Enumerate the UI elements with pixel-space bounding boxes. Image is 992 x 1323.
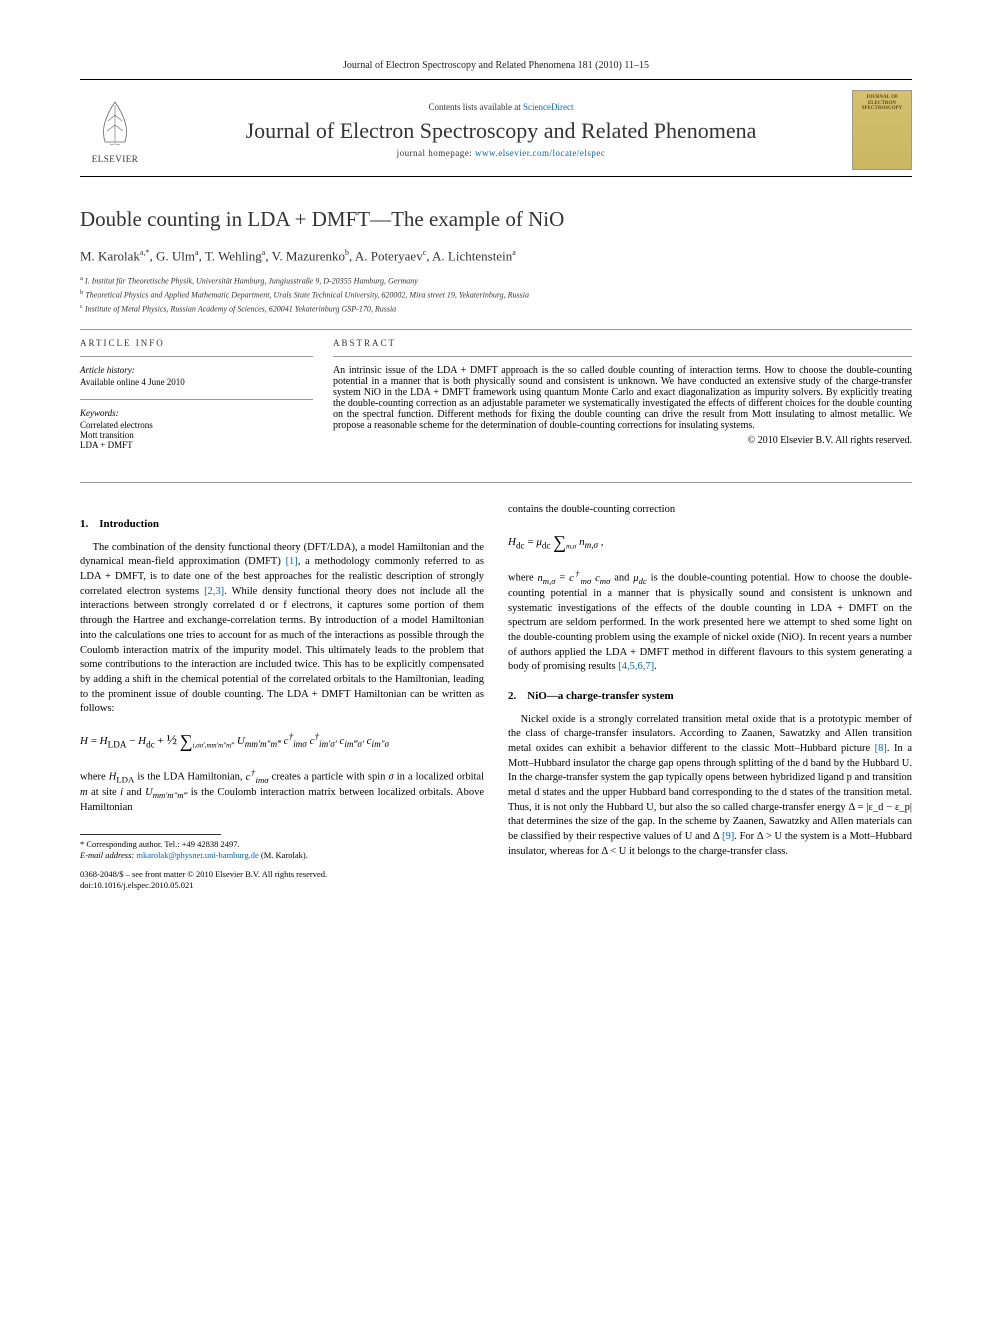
abstract-copyright: © 2010 Elsevier B.V. All rights reserved… — [333, 435, 912, 446]
equation-hdc: Hdc = μdc ∑m,σ nm,σ , — [508, 530, 912, 555]
corresponding-author-footnote: * Corresponding author. Tel.: +49 42838 … — [80, 839, 484, 861]
doi-line: doi:10.1016/j.elspec.2010.05.021 — [80, 880, 484, 891]
corr-email-line: E-mail address: mkarolak@physnet.uni-ham… — [80, 850, 484, 861]
publisher-logo: ELSEVIER — [80, 97, 150, 164]
article-info-column: article info Article history: Available … — [80, 338, 313, 462]
affiliation-b: b Theoretical Physics and Applied Mathem… — [80, 288, 912, 302]
article-title: Double counting in LDA + DMFT—The exampl… — [80, 207, 912, 232]
intro-paragraph-1: The combination of the density functiona… — [80, 541, 484, 717]
article-info-label: article info — [80, 338, 313, 348]
email-link[interactable]: mkarolak@physnet.uni-hamburg.de — [136, 850, 258, 860]
body-two-column: 1. Introduction The combination of the d… — [80, 503, 912, 891]
corr-author-line: * Corresponding author. Tel.: +49 42838 … — [80, 839, 484, 850]
footnote-rule — [80, 834, 221, 835]
affiliation-a: a I. Institut für Theoretische Physik, U… — [80, 274, 912, 288]
citation-link[interactable]: [1] — [286, 556, 298, 567]
section-2-heading: 2. NiO—a charge-transfer system — [508, 689, 912, 704]
col2-lead: contains the double-counting correction — [508, 503, 912, 518]
journal-masthead: ELSEVIER Contents lists available at Sci… — [80, 84, 912, 177]
citation-link[interactable]: [2,3] — [204, 586, 224, 597]
elsevier-tree-icon — [90, 97, 140, 152]
keywords-block: Keywords: Correlated electrons Mott tran… — [80, 408, 313, 450]
author-list: M. Karolaka,*, G. Ulma, T. Wehlinga, V. … — [80, 248, 912, 264]
affiliation-c: c Institute of Metal Physics, Russian Ac… — [80, 302, 912, 316]
rule-above-abstract — [80, 329, 912, 330]
affiliations-block: a I. Institut für Theoretische Physik, U… — [80, 274, 912, 315]
contents-available-line: Contents lists available at ScienceDirec… — [160, 102, 842, 112]
abstract-label: abstract — [333, 338, 912, 348]
intro-paragraph-2: where HLDA is the LDA Hamiltonian, c†imσ… — [80, 766, 484, 816]
citation-link[interactable]: [8] — [875, 743, 887, 754]
article-history-block: Article history: Available online 4 June… — [80, 365, 313, 387]
keyword: Correlated electrons — [80, 420, 313, 430]
journal-center-block: Contents lists available at ScienceDirec… — [150, 102, 852, 158]
rule-below-abstract — [80, 482, 912, 483]
running-header: Journal of Electron Spectroscopy and Rel… — [80, 60, 912, 71]
info-abstract-row: article info Article history: Available … — [80, 338, 912, 462]
right-column: contains the double-counting correction … — [508, 503, 912, 891]
publisher-name: ELSEVIER — [92, 154, 139, 164]
journal-homepage-link[interactable]: www.elsevier.com/locate/elspec — [475, 148, 605, 158]
rule-top — [80, 79, 912, 80]
history-heading: Article history: — [80, 365, 313, 375]
sciencedirect-link[interactable]: ScienceDirect — [523, 102, 573, 112]
equation-hamiltonian: H = HLDA − Hdc + ½ ∑i,σσ′,mm′m″m‴ Umm′m″… — [80, 729, 484, 754]
contents-prefix: Contents lists available at — [429, 102, 523, 112]
keyword: LDA + DMFT — [80, 440, 313, 450]
keyword: Mott transition — [80, 430, 313, 440]
left-column: 1. Introduction The combination of the d… — [80, 503, 484, 891]
journal-title: Journal of Electron Spectroscopy and Rel… — [160, 118, 842, 144]
history-text: Available online 4 June 2010 — [80, 377, 313, 387]
front-matter-line: 0368-2048/$ – see front matter © 2010 El… — [80, 869, 484, 880]
journal-homepage-line: journal homepage: www.elsevier.com/locat… — [160, 148, 842, 158]
homepage-prefix: journal homepage: — [397, 148, 475, 158]
citation-link[interactable]: [4,5,6,7] — [618, 661, 654, 672]
abstract-column: abstract An intrinsic issue of the LDA +… — [333, 338, 912, 462]
abstract-text: An intrinsic issue of the LDA + DMFT app… — [333, 365, 912, 431]
keywords-heading: Keywords: — [80, 408, 313, 418]
citation-link[interactable]: [9] — [722, 831, 734, 842]
journal-cover-thumbnail: JOURNAL OF ELECTRON SPECTROSCOPY — [852, 90, 912, 170]
col2-paragraph-2: where nm,σ = c†mσ cmσ and μdc is the dou… — [508, 567, 912, 675]
doi-block: 0368-2048/$ – see front matter © 2010 El… — [80, 869, 484, 891]
section-1-heading: 1. Introduction — [80, 517, 484, 532]
nio-paragraph-1: Nickel oxide is a strongly correlated tr… — [508, 713, 912, 860]
page-root: Journal of Electron Spectroscopy and Rel… — [0, 0, 992, 931]
